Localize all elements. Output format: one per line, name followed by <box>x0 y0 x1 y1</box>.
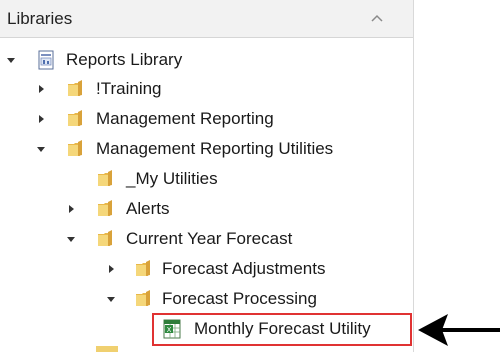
tree-item-management-reporting[interactable]: Management Reporting <box>0 105 413 133</box>
collapsed-arrow-icon[interactable] <box>36 84 46 94</box>
tree-item-my-utilities[interactable]: _My Utilities <box>0 165 413 193</box>
tree-item-alerts[interactable]: Alerts <box>0 195 413 223</box>
tree-item-label: Management Reporting Utilities <box>96 139 334 158</box>
collapse-button[interactable] <box>364 7 390 29</box>
library-icon <box>38 50 54 70</box>
panel-title: Libraries <box>7 9 73 28</box>
chevron-up-icon <box>371 14 383 22</box>
folder-icon <box>98 200 112 216</box>
pointer-arrow-icon <box>418 314 500 346</box>
expanded-arrow-icon[interactable] <box>106 294 116 304</box>
panel-header: Libraries <box>0 0 413 38</box>
folder-icon <box>98 170 112 186</box>
folder-icon <box>68 110 82 126</box>
tree-item-label: Current Year Forecast <box>126 229 293 248</box>
folder-icon <box>68 140 82 156</box>
tree-item-reports-library[interactable]: Reports Library <box>0 46 413 74</box>
collapsed-arrow-icon[interactable] <box>106 264 116 274</box>
tree-item-label: !Training <box>96 79 162 98</box>
tree-item-forecast-processing[interactable]: Forecast Processing <box>0 285 413 313</box>
folder-icon <box>98 230 112 246</box>
tree-item-label: Forecast Processing <box>162 289 317 308</box>
tree-item-management-reporting-utilities[interactable]: Management Reporting Utilities <box>0 135 413 163</box>
highlight-box <box>152 313 412 346</box>
tree-item-label: Reports Library <box>66 50 183 69</box>
collapsed-arrow-icon[interactable] <box>66 204 76 214</box>
tree-item-label: Alerts <box>126 199 170 218</box>
libraries-panel: Libraries Reports Library !Training Mana… <box>0 0 414 352</box>
expanded-arrow-icon[interactable] <box>6 55 16 65</box>
tree-item-current-year-forecast[interactable]: Current Year Forecast <box>0 225 413 253</box>
tree-item-training[interactable]: !Training <box>0 75 413 103</box>
folder-icon <box>136 290 150 306</box>
tree-item-label: _My Utilities <box>126 169 218 188</box>
expanded-arrow-icon[interactable] <box>66 234 76 244</box>
tree-item-label: Forecast Adjustments <box>162 259 326 278</box>
tree-item-forecast-adjustments[interactable]: Forecast Adjustments <box>0 255 413 283</box>
partial-folder-icon <box>96 346 118 352</box>
tree-item-label: Management Reporting <box>96 109 274 128</box>
collapsed-arrow-icon[interactable] <box>36 114 46 124</box>
folder-icon <box>68 80 82 96</box>
folder-icon <box>136 260 150 276</box>
expanded-arrow-icon[interactable] <box>36 144 46 154</box>
